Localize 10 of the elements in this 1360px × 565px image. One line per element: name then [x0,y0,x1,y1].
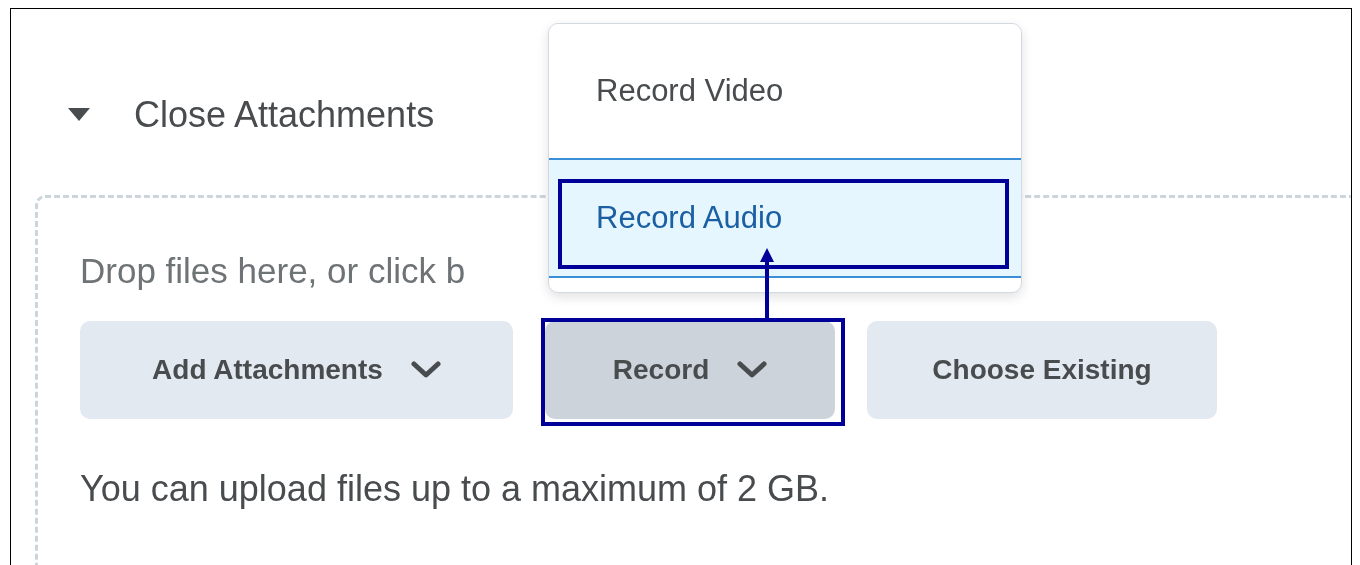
chevron-down-icon [410,361,441,379]
dropdown-button[interactable]: Record [545,321,835,419]
button[interactable]: Choose Existing [867,321,1217,419]
section-toggle[interactable]: Close Attachments [68,93,435,137]
upload-limit-note: You can upload files up to a maximum of 2 GB. [80,467,830,511]
chevron-down-icon [737,361,768,379]
menu-item[interactable]: Record Video [549,24,1021,158]
drop-hint: Drop files here, or click b [80,250,466,292]
dropdown-button[interactable]: Add Attachments [80,321,513,419]
menu-item[interactable]: Record Audio [549,158,1021,278]
